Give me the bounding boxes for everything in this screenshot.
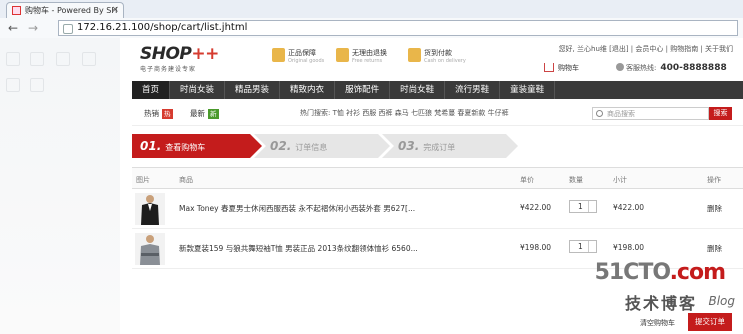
col-subtotal: 小计: [613, 176, 627, 184]
feature-returns: 无理由退换 Free returns: [336, 48, 387, 64]
checkout-steps: 01. 查看购物车 02. 订单信息 03. 完成订单: [132, 134, 520, 158]
quantity-stepper[interactable]: 1: [569, 240, 597, 253]
shield-icon: [272, 48, 285, 62]
product-price: ¥198.00: [520, 243, 552, 252]
page-content: SHOP++ 电子商务建设专家 正品保障 Original goods 无理由退换…: [0, 38, 743, 334]
col-quantity: 数量: [569, 176, 583, 184]
product-subtotal: ¥198.00: [613, 243, 645, 252]
search-input[interactable]: 商品搜索: [592, 107, 709, 120]
top-links[interactable]: 您好, 兰心hu维 [退出] | 会员中心 | 购物指南 | 关于我们: [559, 44, 733, 54]
search-icon: [596, 110, 603, 117]
site-header: SHOP++ 电子商务建设专家 正品保障 Original goods 无理由退换…: [132, 38, 743, 80]
watermark-line2: 技术博客: [624, 294, 697, 313]
quantity-stepper[interactable]: 1: [569, 200, 597, 213]
cart-table: 图片 商品 单价 数量 小计 操作 Max Toney 春夏男士休闲西服西装 永…: [132, 167, 743, 269]
nav-item-home[interactable]: 首页: [132, 81, 171, 99]
tshirt-figure-icon: [140, 235, 160, 265]
site-slogan: 电子商务建设专家: [140, 66, 197, 73]
new-link[interactable]: 最新新: [190, 108, 219, 119]
watermark-line3: Blog: [708, 294, 735, 308]
feature-genuine: 正品保障 Original goods: [272, 48, 324, 64]
col-action: 操作: [707, 176, 721, 184]
search-button[interactable]: 搜索: [709, 107, 732, 120]
feature-cod: 货到付款 Cash on delivery: [408, 48, 466, 64]
browser-chrome: 购物车 - Powered By SH × ← → 172.16.21.100/…: [0, 0, 743, 38]
tab-close-icon[interactable]: ×: [111, 5, 119, 15]
col-image: 图片: [136, 176, 150, 184]
cash-icon: [408, 48, 421, 62]
nav-item-men-shoes[interactable]: 流行男鞋: [445, 81, 501, 99]
favicon-icon: [12, 6, 21, 15]
product-image[interactable]: [135, 233, 165, 265]
nav-item-kids[interactable]: 童装童鞋: [500, 81, 556, 99]
left-toolbar-ghost: [0, 38, 120, 334]
delete-link[interactable]: 删除: [707, 243, 722, 254]
phone-icon: [616, 63, 624, 71]
product-price: ¥422.00: [520, 203, 552, 212]
cart-icon: [544, 63, 554, 72]
nav-item-underwear[interactable]: 精致内衣: [280, 81, 336, 99]
watermark: 51CTO.com 技术博客 Blog: [589, 260, 739, 330]
site-logo[interactable]: SHOP++: [140, 44, 219, 64]
main-nav: 首页 时尚女装 精品男装 精致内衣 服饰配件 时尚女鞋 流行男鞋 童装童鞋: [132, 81, 743, 99]
product-subtotal: ¥422.00: [613, 203, 645, 212]
browser-tab[interactable]: 购物车 - Powered By SH ×: [6, 2, 124, 18]
back-arrow-icon[interactable]: ←: [8, 21, 18, 35]
suit-figure-icon: [141, 195, 159, 225]
delete-link[interactable]: 删除: [707, 203, 722, 214]
step-view-cart: 01. 查看购物车: [140, 139, 206, 153]
watermark-line1: 51CTO.com: [594, 260, 726, 285]
step-order-info: 02. 订单信息: [270, 139, 328, 153]
cart-link[interactable]: 购物车: [544, 63, 579, 73]
tab-title: 购物车 - Powered By SH: [25, 6, 118, 15]
browser-toolbar: ← → 172.16.21.100/shop/cart/list.jhtml: [0, 18, 743, 38]
product-name[interactable]: Max Toney 春夏男士休闲西服西装 永不起褶休闲小西装外套 男627[..…: [179, 203, 415, 214]
nav-item-men[interactable]: 精品男装: [225, 81, 281, 99]
hot-bar: 热销热 最新新 热门搜索: T恤 衬衫 西服 西裤 森马 七匹狼 梵希蔓 春夏新…: [132, 100, 743, 126]
nav-item-accessories[interactable]: 服饰配件: [335, 81, 391, 99]
page-icon: [63, 24, 73, 34]
hotline: 客服热线: 400-8888888: [616, 63, 727, 73]
product-image[interactable]: [135, 193, 165, 225]
table-row: Max Toney 春夏男士休闲西服西装 永不起褶休闲小西装外套 男627[..…: [132, 189, 743, 229]
nav-item-women[interactable]: 时尚女装: [170, 81, 226, 99]
col-product: 商品: [179, 176, 193, 184]
hot-keywords[interactable]: 热门搜索: T恤 衬衫 西服 西裤 森马 七匹狼 梵希蔓 春夏新款 牛仔裤: [300, 108, 509, 118]
hot-link[interactable]: 热销热: [144, 108, 173, 119]
nav-item-women-shoes[interactable]: 时尚女鞋: [390, 81, 446, 99]
url-text: 172.16.21.100/shop/cart/list.jhtml: [77, 22, 248, 33]
step-complete: 03. 完成订单: [398, 139, 456, 153]
return-icon: [336, 48, 349, 62]
address-bar[interactable]: 172.16.21.100/shop/cart/list.jhtml: [58, 20, 738, 36]
table-header: 图片 商品 单价 数量 小计 操作: [132, 167, 743, 189]
product-name[interactable]: 新款夏装159 与狼共舞短袖T恤 男装正品 2013条纹翻领体恤衫 6560..…: [179, 243, 418, 254]
forward-arrow-icon[interactable]: →: [28, 21, 38, 35]
col-price: 单价: [520, 176, 534, 184]
